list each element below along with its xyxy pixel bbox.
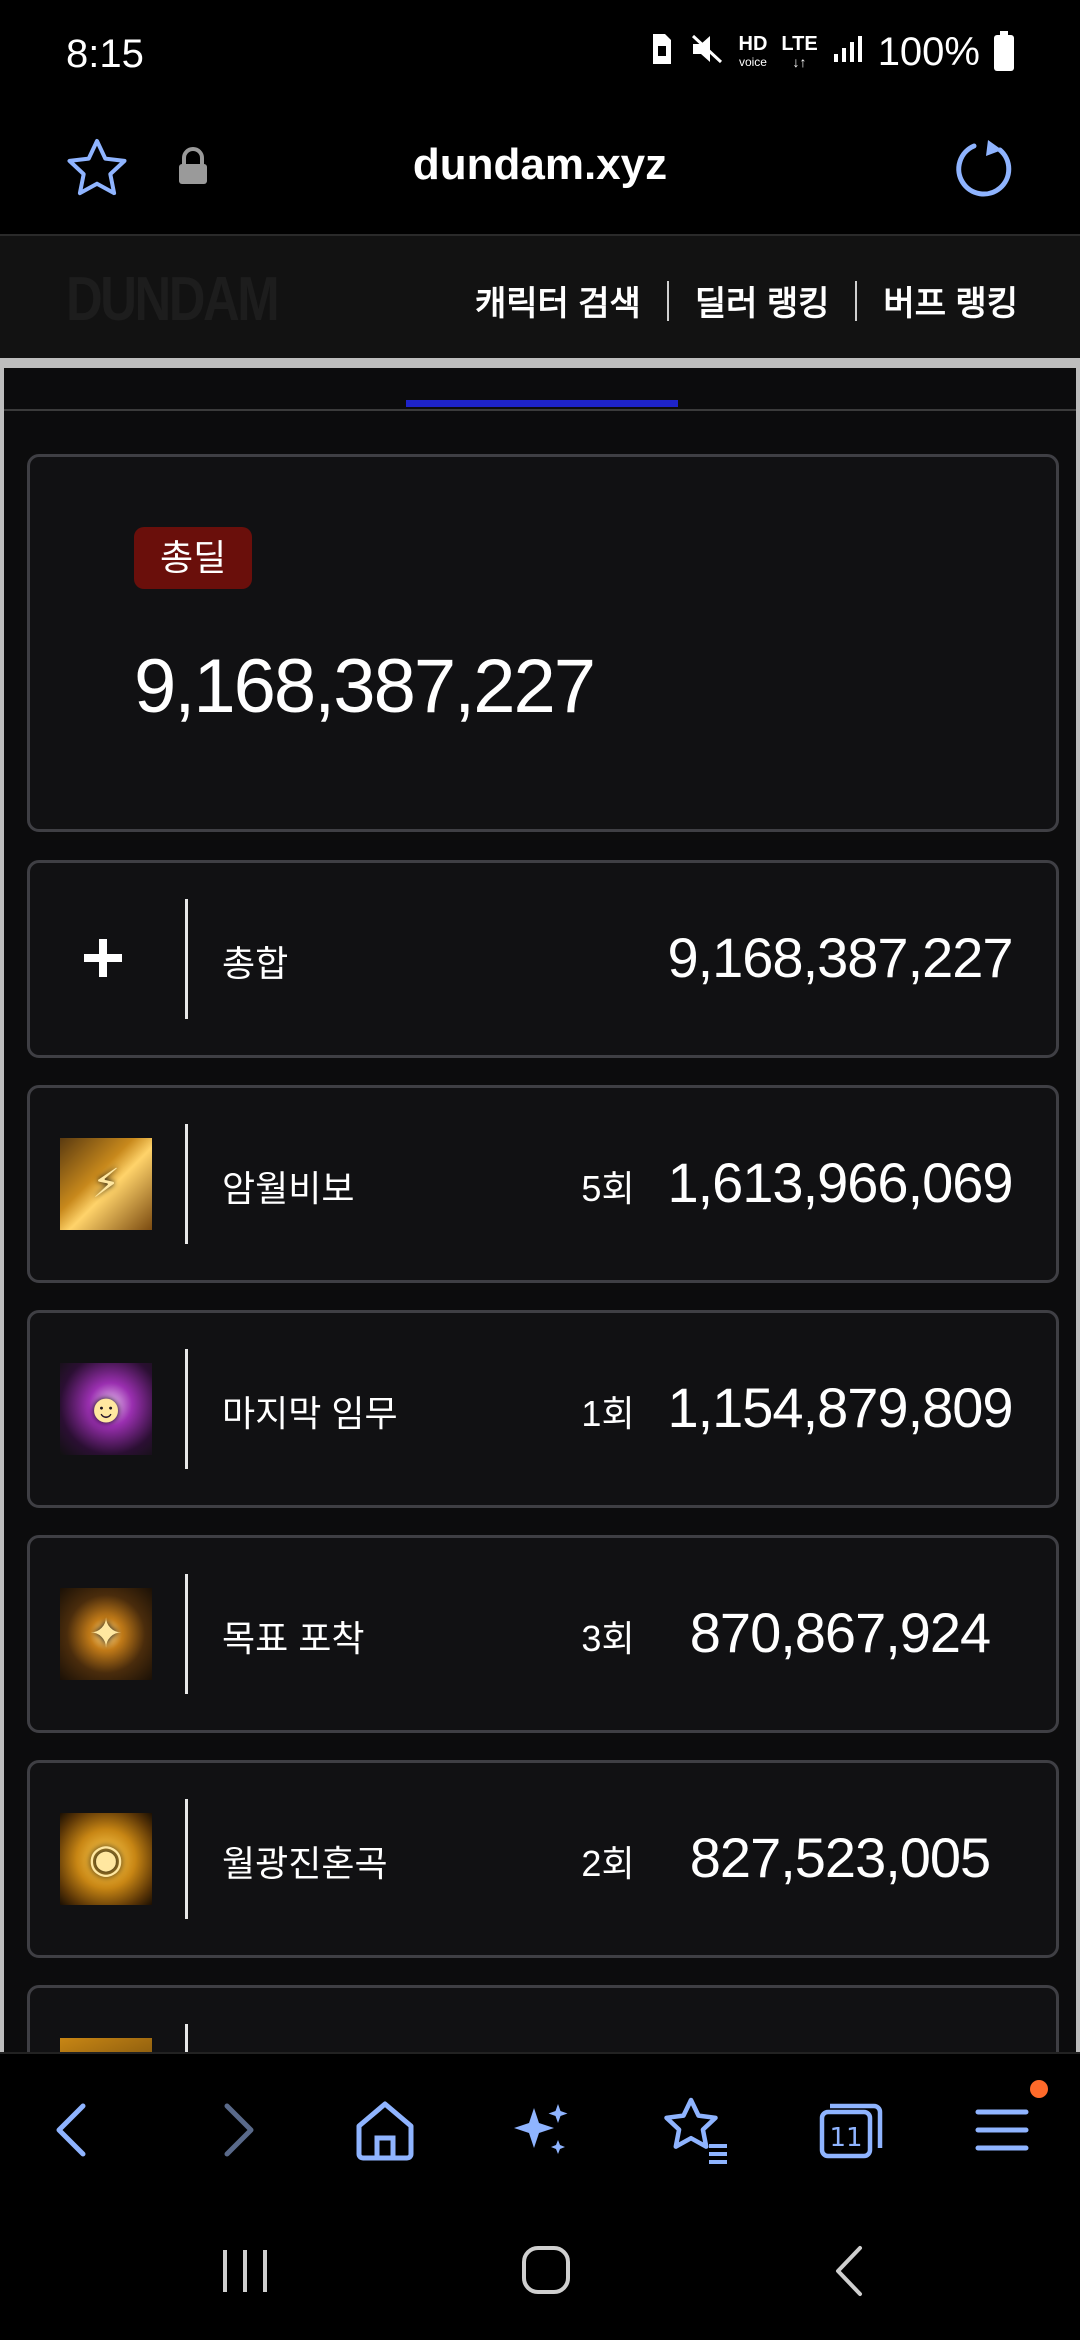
hd-voice-icon: HD voice [738,32,768,71]
nav-character-search[interactable]: 캐릭터 검색 [449,276,667,325]
ai-sparkle-icon[interactable] [500,2090,580,2170]
row-divider [185,1124,188,1244]
skill-damage: 827,523,005 [689,1826,991,1889]
skill-name: 월광진혼곡 [222,1843,388,1884]
notification-dot [1030,2080,1048,2098]
skill-damage: 1,154,879,809 [667,1376,1013,1439]
summary-value: 9,168,387,227 [667,926,1013,989]
sim-icon [649,32,675,73]
site-header: DUNDAM 캐릭터 검색 딜러 랭킹 버프 랭킹 [0,234,1080,358]
battery-icon [994,30,1014,71]
lte-label: LTE [781,32,818,55]
skill-name: 마지막 임무 [222,1393,398,1434]
row-divider [185,1799,188,1919]
reload-icon[interactable] [950,134,1020,204]
row-divider [185,2024,188,2052]
status-time: 8:15 [66,32,144,76]
menu-icon[interactable] [962,2090,1042,2170]
tab-divider [4,409,1076,411]
back-icon[interactable] [35,2090,115,2170]
status-icons: HD voice LTE ↓↑ 100% [649,30,1014,75]
site-nav: 캐릭터 검색 딜러 랭킹 버프 랭킹 [449,276,1044,325]
skill-damage: 1,613,966,069 [667,1151,1013,1214]
site-logo[interactable]: DUNDAM [66,264,280,335]
system-navigation-bar [0,2200,1080,2340]
skill-row[interactable]: ◉ 월광진혼곡 2회 827,523,005 [27,1760,1059,1958]
skill-row[interactable]: ⚡ 암월비보 5회 1,613,966,069 [27,1085,1059,1283]
skill-icon [60,2038,152,2052]
summary-name: 총합 [222,943,289,984]
summary-row[interactable]: 총합 9,168,387,227 [27,860,1059,1058]
row-divider [185,899,188,1019]
status-bar: 8:15 HD voice LTE ↓↑ 100% [0,0,1080,110]
browser-toolbar: 11 [0,2052,1080,2200]
home-icon[interactable] [345,2090,425,2170]
battery-percent: 100% [877,30,980,74]
url-text[interactable]: dundam.xyz [0,140,1080,190]
row-divider [185,1349,188,1469]
screen: 8:15 HD voice LTE ↓↑ 100% dundam.xyz DUN… [0,0,1080,2340]
moonlight-requiem-icon: ◉ [60,1813,152,1905]
skill-damage: 870,867,924 [689,1601,991,1664]
voice-label: voice [738,54,767,69]
skill-row[interactable]: ✦ 목표 포착 3회 870,867,924 [27,1535,1059,1733]
skill-name: 암월비보 [222,1168,355,1209]
system-back-icon[interactable] [810,2236,890,2306]
hd-label: HD [738,32,768,55]
skill-row[interactable]: ☻ 마지막 임무 1회 1,154,879,809 [27,1310,1059,1508]
skill-row-partial[interactable] [27,1985,1059,2052]
content-top-border [0,358,1080,368]
svg-text:11: 11 [829,2123,862,2153]
nav-dealer-ranking[interactable]: 딜러 랭킹 [669,276,856,325]
recent-apps-icon[interactable] [205,2236,285,2306]
nav-buff-ranking[interactable]: 버프 랭킹 [857,276,1044,325]
signal-icon [832,34,864,71]
plus-icon[interactable] [78,933,128,983]
forward-icon[interactable] [195,2090,275,2170]
total-damage-badge: 총딜 [134,527,253,589]
mute-icon [689,32,725,73]
home-button-icon[interactable] [506,2236,586,2306]
skill-name: 목표 포착 [222,1618,365,1659]
total-damage-value: 9,168,387,227 [134,644,596,729]
last-mission-icon: ☻ [60,1363,152,1455]
browser-url-bar: dundam.xyz [0,110,1080,234]
bookmarks-icon[interactable] [655,2090,735,2170]
tabs-icon[interactable]: 11 [808,2090,888,2170]
total-damage-card: 총딜 9,168,387,227 [27,454,1059,832]
row-divider [185,1574,188,1694]
active-tab-indicator [406,400,678,407]
target-lock-icon: ✦ [60,1588,152,1680]
dark-moon-treasure-icon: ⚡ [60,1138,152,1230]
damage-panel: 총딜 9,168,387,227 총합 9,168,387,227 ⚡ 암월비보… [0,368,1080,2052]
lte-icon: LTE ↓↑ [781,32,818,70]
